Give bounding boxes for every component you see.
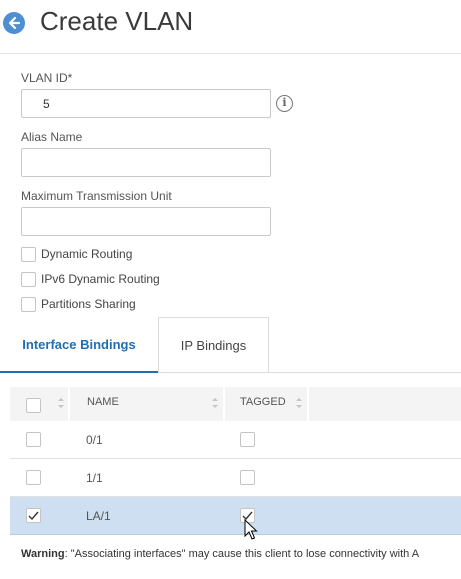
info-icon[interactable]: i [276,95,293,112]
arrow-left-icon [8,16,21,30]
column-separator [68,387,70,421]
tagged-checkbox[interactable] [240,470,255,485]
table-row[interactable]: 1/1 [10,459,461,497]
ipv6-dynamic-routing-checkbox[interactable] [21,272,36,287]
tab-bar: Interface Bindings IP Bindings [0,317,461,373]
warning-text: : "Associating interfaces" may cause thi… [64,548,420,560]
sort-icon[interactable] [295,396,303,410]
partitions-sharing-checkbox[interactable] [21,297,36,312]
column-header-name[interactable]: NAME [87,396,119,408]
table-header: NAME TAGGED [10,387,461,421]
warning-message: Warning: "Associating interfaces" may ca… [21,548,461,560]
page-header: Create VLAN [0,0,461,54]
row-select-checkbox[interactable] [26,470,41,485]
alias-name-label: Alias Name [21,130,83,144]
warning-prefix: Warning [21,548,65,560]
tagged-checkbox[interactable] [240,432,255,447]
partitions-sharing-label: Partitions Sharing [41,297,136,311]
interface-name: LA/1 [86,509,111,523]
table-row[interactable]: LA/1 [10,497,461,535]
table-row[interactable]: 0/1 [10,421,461,459]
mtu-label: Maximum Transmission Unit [21,189,172,203]
column-separator [223,387,225,421]
back-button[interactable] [3,12,25,34]
alias-name-input[interactable] [21,148,271,177]
create-vlan-page: Create VLAN VLAN ID* i Alias Name Maximu… [0,0,461,579]
tab-interface-bindings[interactable]: Interface Bindings [0,317,158,373]
ipv6-dynamic-routing-label: IPv6 Dynamic Routing [41,272,160,286]
mouse-cursor-icon [244,519,258,540]
interface-name: 0/1 [86,433,103,447]
row-select-checkbox[interactable] [26,432,41,447]
interface-name: 1/1 [86,471,103,485]
dynamic-routing-checkbox[interactable] [21,247,36,262]
sort-icon[interactable] [57,396,65,410]
vlan-id-label: VLAN ID* [21,71,73,85]
sort-icon[interactable] [211,396,219,410]
tab-ip-bindings[interactable]: IP Bindings [158,317,269,372]
select-all-checkbox[interactable] [26,398,41,413]
page-title: Create VLAN [40,6,194,36]
column-separator [307,387,309,421]
mtu-input[interactable] [21,207,271,236]
dynamic-routing-label: Dynamic Routing [41,247,133,261]
row-select-checkbox[interactable] [26,508,41,523]
vlan-id-input[interactable] [21,89,271,118]
column-header-tagged[interactable]: TAGGED [240,396,286,408]
checkmark-icon [28,511,39,521]
